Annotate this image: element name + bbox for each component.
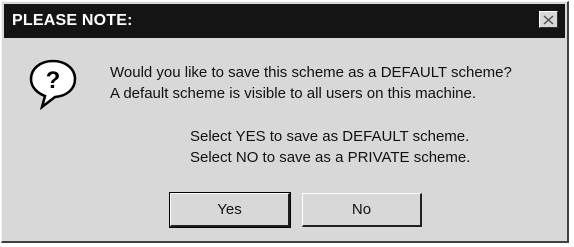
close-button[interactable] xyxy=(539,11,558,28)
instruction-text: Select YES to save as DEFAULT scheme. Se… xyxy=(190,126,470,168)
close-icon xyxy=(543,14,554,25)
message-text: Would you like to save this scheme as a … xyxy=(110,62,512,104)
instruction-line: Select YES to save as DEFAULT scheme. xyxy=(190,128,470,145)
message-line: Would you like to save this scheme as a … xyxy=(110,64,512,81)
svg-text:?: ? xyxy=(46,67,61,94)
title-bar: PLEASE NOTE: xyxy=(4,4,565,38)
save-scheme-dialog: PLEASE NOTE: ? Would you like to save th… xyxy=(1,1,569,243)
yes-button[interactable]: Yes xyxy=(169,192,291,228)
message-line: A default scheme is visible to all users… xyxy=(110,85,477,102)
question-icon: ? xyxy=(29,59,77,110)
dialog-title: PLEASE NOTE: xyxy=(12,12,133,29)
instruction-line: Select NO to save as a PRIVATE scheme. xyxy=(190,149,471,166)
no-button[interactable]: No xyxy=(302,193,422,227)
